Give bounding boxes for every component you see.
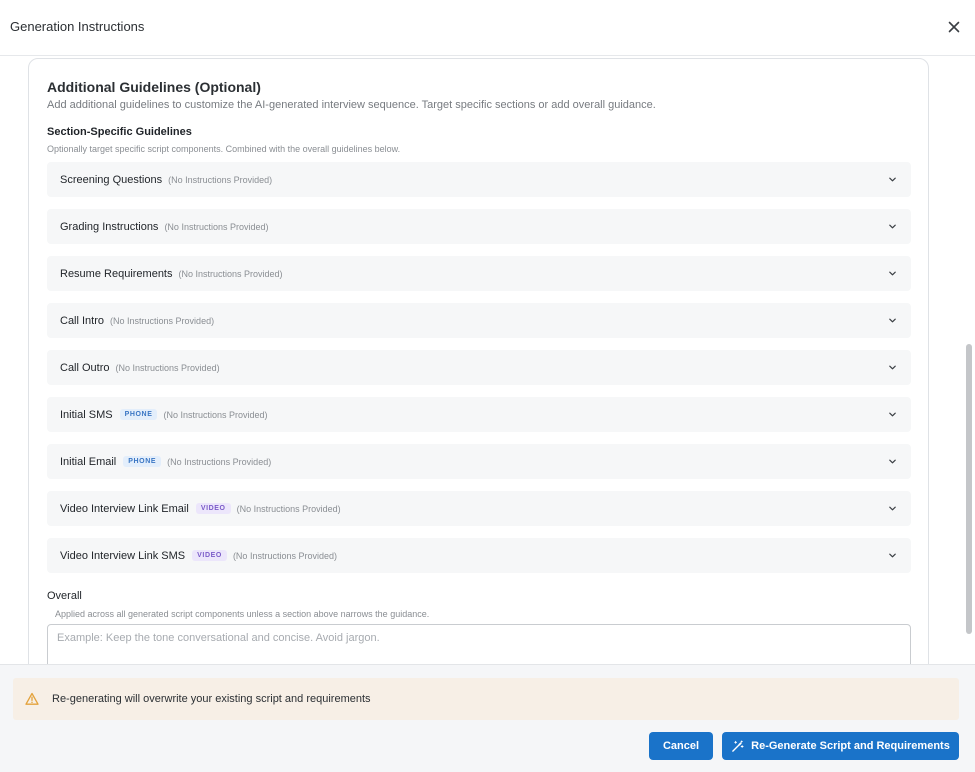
section-accordion-item[interactable]: Initial SMS PHONE (No Instructions Provide… (47, 397, 911, 432)
section-accordion-label: Call Outro (60, 361, 110, 374)
modal-body[interactable]: Additional Guidelines (Optional) Add add… (0, 57, 975, 664)
chevron-down-icon[interactable] (888, 551, 897, 560)
chevron-down-icon[interactable] (888, 222, 897, 231)
cancel-button[interactable]: Cancel (649, 732, 713, 760)
section-accordion-label: Initial Email (60, 455, 117, 468)
scrollbar-thumb[interactable] (966, 344, 972, 634)
warning-text: Re-generating will overwrite your existi… (52, 693, 371, 705)
chevron-down-icon[interactable] (888, 316, 897, 325)
video-badge: VIDEO (195, 503, 231, 514)
generation-instructions-modal: Generation Instructions Additional Guide… (0, 0, 975, 772)
section-accordion-item[interactable]: Resume Requirements (No Instructions Prov… (47, 256, 911, 291)
section-accordion-label: Screening Questions (60, 173, 163, 186)
section-accordion-label: Resume Requirements (60, 267, 173, 280)
section-accordion-item[interactable]: Video Interview Link Email VIDEO (No Instr… (47, 491, 911, 526)
modal-footer: Re-generating will overwrite your existi… (0, 664, 975, 772)
section-specific-title: Section-Specific Guidelines (47, 126, 192, 138)
section-accordion-item[interactable]: Video Interview Link SMS VIDEO (No Instruc… (47, 538, 911, 573)
section-accordion-status: (No Instructions Provided) (164, 221, 269, 232)
section-accordion-status: (No Instructions Provided) (178, 268, 283, 279)
section-accordion-label: Initial SMS (60, 408, 113, 421)
warning-icon (25, 692, 39, 705)
section-accordion-status: (No Instructions Provided) (115, 362, 220, 373)
section-accordion-item[interactable]: Screening Questions (No Instructions Prov… (47, 162, 911, 197)
chevron-down-icon[interactable] (888, 504, 897, 513)
section-accordion-status: (No Instructions Provided) (110, 315, 215, 326)
regenerate-button-label: Re-Generate Script and Requirements (751, 740, 950, 752)
additional-guidelines-card: Additional Guidelines (Optional) Add add… (28, 58, 929, 664)
video-badge: VIDEO (192, 550, 227, 561)
close-icon[interactable] (946, 19, 962, 35)
overall-label: Overall (47, 590, 82, 602)
overall-help-text: Applied across all generated script comp… (55, 609, 430, 619)
section-accordion-item[interactable]: Grading Instructions (No Instructions Pro… (47, 209, 911, 244)
section-accordion-status: (No Instructions Provided) (232, 550, 337, 561)
section-specific-description: Optionally target specific script compon… (47, 144, 401, 154)
section-accordion-label: Video Interview Link SMS (60, 549, 186, 562)
section-accordion-item[interactable]: Call Intro (No Instructions Provided) (47, 303, 911, 338)
chevron-down-icon[interactable] (888, 410, 897, 419)
section-accordion-status: (No Instructions Provided) (163, 409, 268, 420)
section-accordion-item[interactable]: Call Outro (No Instructions Provided) (47, 350, 911, 385)
phone-badge: PHONE (123, 456, 162, 467)
overwrite-warning-banner: Re-generating will overwrite your existi… (13, 678, 959, 720)
modal-header: Generation Instructions (0, 0, 975, 56)
card-title: Additional Guidelines (Optional) (47, 79, 261, 95)
section-accordion-status: (No Instructions Provided) (167, 456, 272, 467)
section-accordion-list: Screening Questions (No Instructions Prov… (47, 162, 911, 585)
section-accordion-item[interactable]: Initial Email PHONE (No Instructions Provi… (47, 444, 911, 479)
card-description: Add additional guidelines to customize t… (47, 99, 656, 111)
modal-title: Generation Instructions (10, 19, 145, 34)
chevron-down-icon[interactable] (888, 457, 897, 466)
chevron-down-icon[interactable] (888, 175, 897, 184)
phone-badge: PHONE (119, 409, 158, 420)
overall-guidelines-input[interactable] (47, 624, 911, 664)
chevron-down-icon[interactable] (888, 363, 897, 372)
section-accordion-label: Grading Instructions (60, 220, 159, 233)
section-accordion-label: Video Interview Link Email (60, 502, 189, 515)
section-accordion-status: (No Instructions Provided) (168, 174, 273, 185)
chevron-down-icon[interactable] (888, 269, 897, 278)
magic-wand-icon (732, 740, 744, 752)
section-accordion-label: Call Intro (60, 314, 105, 327)
section-accordion-status: (No Instructions Provided) (236, 503, 341, 514)
regenerate-script-button[interactable]: Re-Generate Script and Requirements (722, 732, 959, 760)
